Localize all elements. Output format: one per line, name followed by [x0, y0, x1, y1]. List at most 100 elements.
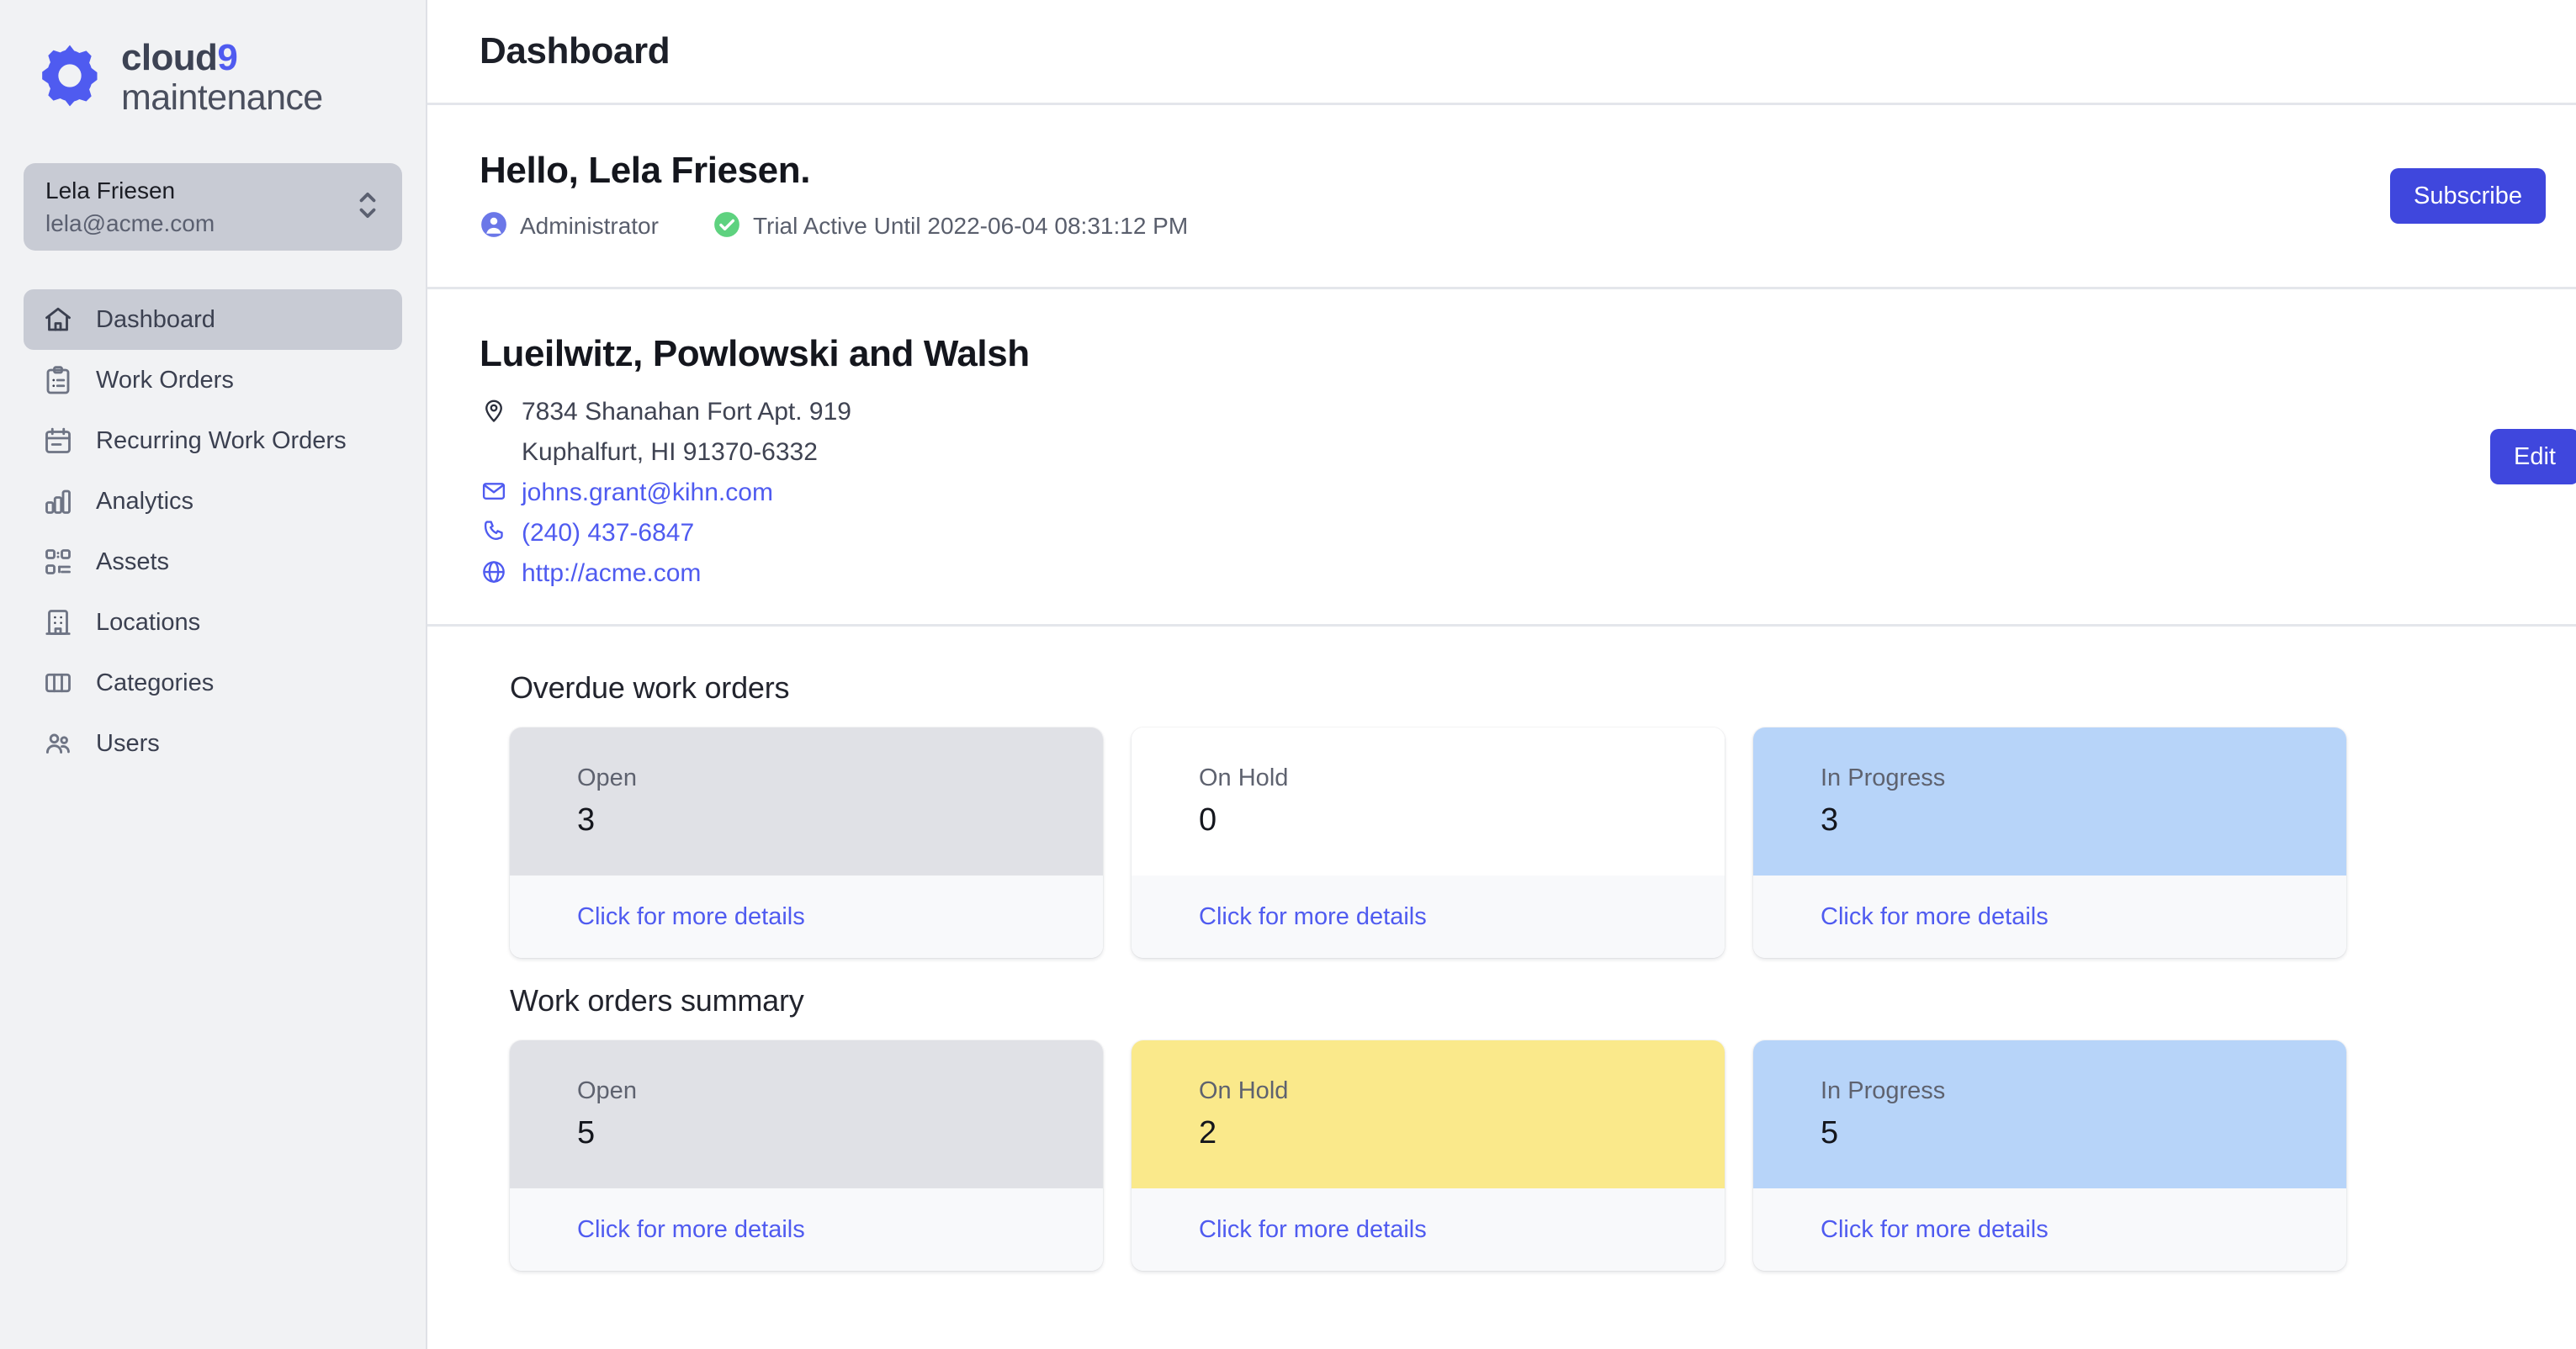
- stat-card-summary-on-hold[interactable]: On Hold 2 Click for more details: [1132, 1040, 1725, 1271]
- sidebar-item-locations[interactable]: Locations: [24, 592, 402, 653]
- page-header: Dashboard: [427, 0, 2576, 105]
- card-details-link[interactable]: Click for more details: [1821, 1216, 2049, 1244]
- greeting-section: Hello, Lela Friesen. Administrator Trial…: [427, 105, 2576, 289]
- section-overdue-work-orders: Overdue work orders Open 3 Click for mor…: [480, 670, 2576, 958]
- user-email: lela@acme.com: [45, 209, 215, 236]
- sidebar: cloud9 maintenance Lela Friesen lela@acm…: [0, 0, 427, 1349]
- sidebar-item-assets[interactable]: Assets: [24, 532, 402, 592]
- brand-wordmark: cloud9 maintenance: [121, 36, 323, 116]
- stats-area: Overdue work orders Open 3 Click for mor…: [427, 627, 2576, 1349]
- company-email-row[interactable]: johns.grant@kihn.com: [480, 473, 1030, 513]
- company-phone-row[interactable]: (240) 437-6847: [480, 513, 1030, 553]
- card-value: 2: [1199, 1115, 1217, 1151]
- section-title: Work orders summary: [510, 983, 804, 1018]
- card-body: Open 3: [510, 727, 1103, 876]
- card-details-link[interactable]: Click for more details: [1199, 1216, 1427, 1244]
- section-title: Overdue work orders: [510, 670, 790, 705]
- card-label: In Progress: [1821, 1077, 1946, 1104]
- subscribe-button[interactable]: Subscribe: [2390, 168, 2546, 224]
- company-email[interactable]: johns.grant@kihn.com: [522, 473, 773, 513]
- greeting-left: Hello, Lela Friesen. Administrator Trial…: [480, 150, 1188, 243]
- trial-status-badge: Trial Active Until 2022-06-04 08:31:12 P…: [713, 210, 1188, 243]
- card-grid: Open 5 Click for more details On Hold 2: [510, 1040, 2576, 1271]
- clipboard-list-icon: [42, 364, 74, 396]
- card-label: Open: [577, 764, 637, 791]
- edit-button[interactable]: Edit: [2490, 429, 2576, 484]
- sidebar-item-users[interactable]: Users: [24, 713, 402, 774]
- sidebar-item-recurring-work-orders[interactable]: Recurring Work Orders: [24, 410, 402, 471]
- sidebar-item-dashboard[interactable]: Dashboard: [24, 289, 402, 350]
- sidebar-item-work-orders[interactable]: Work Orders: [24, 350, 402, 410]
- company-website[interactable]: http://acme.com: [522, 553, 701, 594]
- calendar-icon: [42, 425, 74, 457]
- map-pin-icon: [480, 396, 508, 425]
- greeting-title: Hello, Lela Friesen.: [480, 149, 811, 191]
- card-body: In Progress 5: [1753, 1040, 2346, 1188]
- user-identity: Lela Friesen lela@acme.com: [45, 177, 215, 237]
- sidebar-item-label: Users: [96, 729, 160, 757]
- card-value: 5: [577, 1115, 596, 1151]
- stat-card-overdue-in-progress[interactable]: In Progress 3 Click for more details: [1753, 727, 2346, 958]
- page-title: Dashboard: [480, 30, 671, 71]
- edit-button-wrapper: Edit: [2490, 429, 2576, 484]
- card-details-link[interactable]: Click for more details: [577, 1216, 805, 1244]
- sidebar-item-label: Assets: [96, 548, 170, 575]
- trial-status-label: Trial Active Until 2022-06-04 08:31:12 P…: [752, 213, 1189, 239]
- card-details-link[interactable]: Click for more details: [577, 903, 805, 931]
- chevron-up-down-icon[interactable]: [355, 188, 380, 227]
- card-label: On Hold: [1199, 764, 1289, 791]
- user-name: Lela Friesen: [45, 177, 176, 204]
- sidebar-item-label: Dashboard: [96, 305, 215, 333]
- sidebar-item-categories[interactable]: Categories: [24, 653, 402, 713]
- company-section: Lueilwitz, Powlowski and Walsh 7834 Shan…: [427, 289, 2576, 627]
- card-label: On Hold: [1199, 1077, 1289, 1104]
- bar-chart-icon: [42, 485, 74, 517]
- app-root: cloud9 maintenance Lela Friesen lela@acm…: [0, 0, 2576, 1349]
- sidebar-item-label: Locations: [96, 608, 201, 636]
- role-badge: Administrator: [480, 210, 659, 243]
- card-label: In Progress: [1821, 764, 1946, 791]
- card-body: On Hold 2: [1132, 1040, 1725, 1188]
- section-work-orders-summary: Work orders summary Open 5 Click for mor…: [480, 983, 2576, 1271]
- card-footer: Click for more details: [1132, 1188, 1725, 1271]
- user-circle-icon: [480, 210, 508, 243]
- columns-icon: [42, 667, 74, 699]
- company-address-line-1: 7834 Shanahan Fort Apt. 919: [480, 392, 1030, 432]
- brand-logo[interactable]: cloud9 maintenance: [0, 0, 426, 126]
- card-details-link[interactable]: Click for more details: [1821, 903, 2049, 931]
- user-account-selector[interactable]: Lela Friesen lela@acme.com: [24, 163, 402, 251]
- check-circle-icon: [713, 210, 741, 243]
- sidebar-item-label: Work Orders: [96, 366, 234, 394]
- sidebar-nav: Dashboard Work Orders Recurring Work Ord…: [0, 289, 426, 774]
- card-body: On Hold 0: [1132, 727, 1725, 876]
- stat-card-summary-open[interactable]: Open 5 Click for more details: [510, 1040, 1103, 1271]
- company-phone[interactable]: (240) 437-6847: [522, 513, 694, 553]
- address-line-1: 7834 Shanahan Fort Apt. 919: [522, 398, 851, 426]
- sidebar-item-analytics[interactable]: Analytics: [24, 471, 402, 532]
- building-icon: [42, 606, 74, 638]
- users-icon: [42, 727, 74, 759]
- stat-card-summary-in-progress[interactable]: In Progress 5 Click for more details: [1753, 1040, 2346, 1271]
- envelope-icon: [480, 477, 508, 505]
- card-footer: Click for more details: [510, 1188, 1103, 1271]
- card-value: 3: [577, 802, 596, 838]
- stat-card-overdue-on-hold[interactable]: On Hold 0 Click for more details: [1132, 727, 1725, 958]
- greeting-meta: Administrator Trial Active Until 2022-06…: [480, 210, 1188, 243]
- address-line-2: Kuphalfurt, HI 91370-6332: [522, 438, 818, 466]
- home-icon: [42, 304, 74, 336]
- sidebar-item-label: Analytics: [96, 487, 194, 515]
- company-website-row[interactable]: http://acme.com: [480, 553, 1030, 594]
- card-value: 3: [1821, 802, 1839, 838]
- card-value: 0: [1199, 802, 1217, 838]
- card-details-link[interactable]: Click for more details: [1199, 903, 1427, 931]
- globe-icon: [480, 558, 508, 586]
- card-footer: Click for more details: [1753, 1188, 2346, 1271]
- brand-line-1: cloud9: [121, 36, 238, 78]
- card-value: 5: [1821, 1115, 1839, 1151]
- card-body: Open 5: [510, 1040, 1103, 1188]
- card-grid: Open 3 Click for more details On Hold 0: [510, 727, 2576, 958]
- card-footer: Click for more details: [510, 876, 1103, 958]
- stat-card-overdue-open[interactable]: Open 3 Click for more details: [510, 727, 1103, 958]
- gear-icon: [37, 43, 103, 113]
- card-footer: Click for more details: [1132, 876, 1725, 958]
